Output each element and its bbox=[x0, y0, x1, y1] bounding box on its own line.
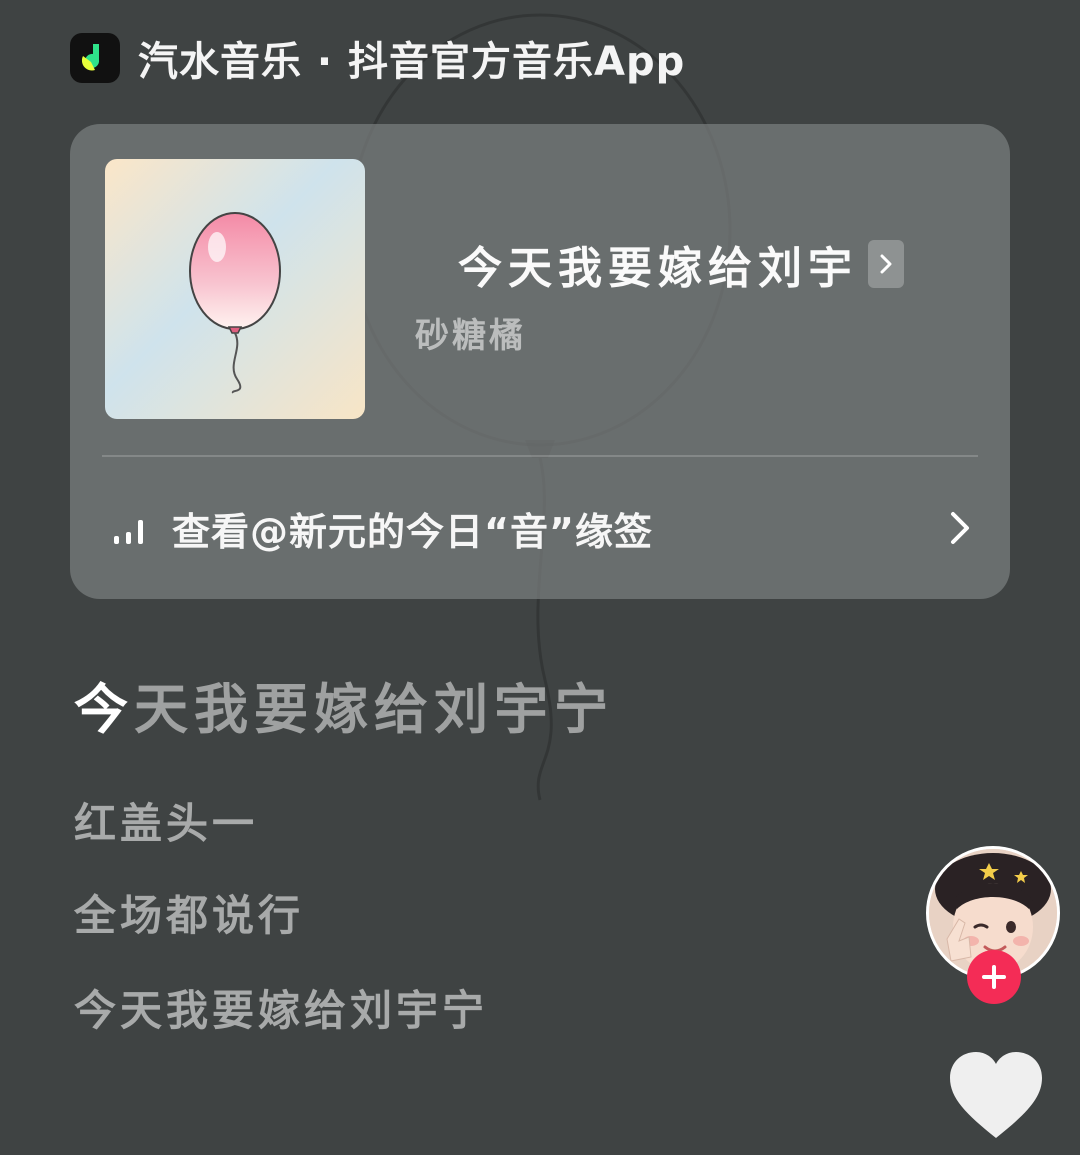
chevron-right-icon bbox=[940, 508, 980, 548]
lyrics-panel: 今天我要嫁给刘宇宁 红盖头一 全场都说行 今天我要嫁给刘宇宁 bbox=[74, 665, 614, 1035]
app-header: 汽水音乐 · 抖音官方音乐App bbox=[70, 30, 685, 86]
balloon-icon bbox=[105, 159, 365, 419]
follow-button[interactable] bbox=[967, 950, 1021, 1004]
chevron-right-icon bbox=[868, 240, 904, 288]
lyric-rest: 天我要嫁给刘宇宁 bbox=[134, 678, 614, 741]
lyric-line: 红盖头一 bbox=[74, 799, 259, 848]
artist-name[interactable]: 砂糖橘 bbox=[415, 308, 526, 357]
current-lyric-line: 今天我要嫁给刘宇宁 bbox=[74, 665, 614, 744]
lyric-line: 今天我要嫁给刘宇宁 bbox=[74, 986, 489, 1035]
like-button[interactable] bbox=[946, 1050, 1046, 1142]
album-cover[interactable] bbox=[105, 159, 365, 419]
mood-link-text: 查看@新元的今日“音”缘签 bbox=[172, 509, 653, 554]
creator-avatar-group[interactable] bbox=[926, 846, 1060, 1004]
music-note-icon bbox=[70, 33, 120, 83]
mood-link-row[interactable]: 查看@新元的今日“音”缘签 bbox=[110, 500, 980, 556]
song-card[interactable]: 今天我要嫁给刘宇 砂糖橘 查看@新元的今日“音”缘签 bbox=[70, 124, 1010, 599]
song-title-link[interactable]: 今天我要嫁给刘宇 bbox=[458, 232, 904, 296]
heart-icon bbox=[950, 1052, 1042, 1138]
lyric-highlight: 今 bbox=[74, 678, 134, 741]
plus-icon bbox=[982, 965, 1006, 989]
audio-bars-icon bbox=[110, 508, 158, 548]
song-title: 今天我要嫁给刘宇 bbox=[458, 243, 858, 294]
app-title: 汽水音乐 · 抖音官方音乐App bbox=[138, 39, 686, 85]
lyric-line: 全场都说行 bbox=[74, 891, 305, 940]
divider bbox=[102, 455, 978, 457]
